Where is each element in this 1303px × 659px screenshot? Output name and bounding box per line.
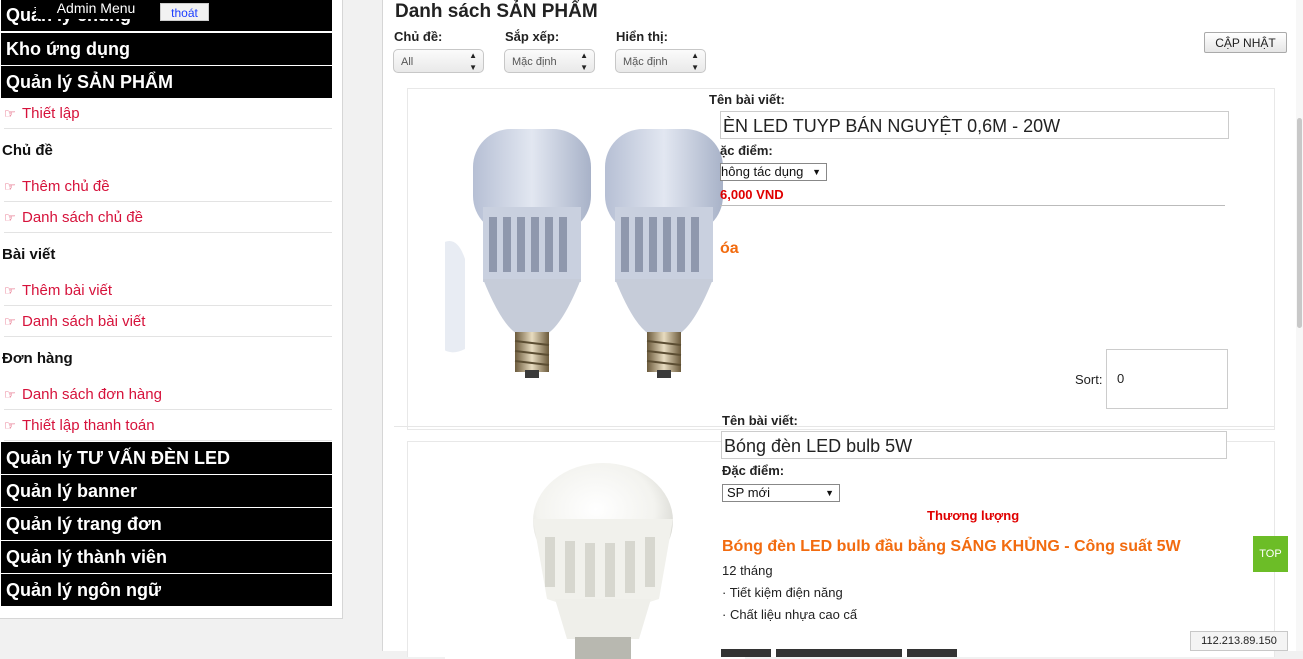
- display-select[interactable]: Mặc định ▲ ▼: [615, 49, 706, 73]
- menu-languages[interactable]: Quản lý ngôn ngữ: [1, 574, 332, 606]
- action-button[interactable]: [721, 649, 771, 657]
- name-label: Tên bài viết:: [709, 92, 785, 107]
- vertical-scrollbar[interactable]: [1296, 0, 1303, 651]
- feature-select[interactable]: SP mới ▼: [722, 484, 840, 502]
- menu-members[interactable]: Quản lý thành viên: [1, 541, 332, 573]
- filter-display-label: Hiển thị:: [616, 29, 668, 44]
- scrollbar-thumb[interactable]: [1297, 118, 1302, 328]
- filter-sort-label: Sắp xếp:: [505, 29, 560, 44]
- link-post-list-label: Danh sách bài viết: [22, 313, 146, 330]
- page-title: Danh sách SẢN PHẨM: [395, 1, 598, 22]
- updown-arrow-icon: ▲ ▼: [469, 51, 477, 72]
- product-card: Tên bài viết: ÈN LED TUYP BÁN NGUYỆT 0,6…: [407, 88, 1275, 430]
- sort-label: Sort:: [1075, 372, 1103, 387]
- action-button[interactable]: [776, 649, 902, 657]
- link-settings-label: Thiết lập: [22, 105, 80, 122]
- feature-label: ặc điểm:: [720, 143, 773, 158]
- link-order-list[interactable]: ☞ Danh sách đơn hàng: [4, 380, 332, 410]
- ip-address-badge: 112.213.89.150: [1190, 631, 1288, 651]
- description-line: 12 tháng: [722, 563, 773, 578]
- link-add-topic[interactable]: ☞ Thêm chủ đề: [4, 172, 332, 202]
- action-button[interactable]: [907, 649, 957, 657]
- admin-menu-tab[interactable]: Admin Menu: [36, 0, 156, 19]
- admin-sidebar: Quản lý chung Admin Menu thoát Kho ứng d…: [0, 0, 343, 619]
- filter-topic-label: Chủ đề:: [394, 29, 443, 44]
- pointing-hand-icon: ☞: [4, 210, 16, 225]
- feature-select-value: SP mới: [727, 485, 770, 500]
- logout-link[interactable]: thoát: [160, 3, 209, 21]
- sort-select-value: Mặc định: [512, 56, 557, 68]
- name-input[interactable]: ÈN LED TUYP BÁN NGUYỆT 0,6M - 20W: [720, 111, 1229, 139]
- feature-select[interactable]: hông tác dụng ▼: [720, 163, 827, 181]
- back-to-top-button[interactable]: TOP: [1253, 536, 1288, 572]
- menu-banner[interactable]: Quản lý banner: [1, 475, 332, 507]
- description-line: · Chất liệu nhựa cao cấ: [722, 607, 858, 622]
- feature-select-value: hông tác dụng: [721, 164, 804, 179]
- link-add-post-label: Thêm bài viết: [22, 282, 113, 299]
- section-heading-topics: Chủ đề: [2, 142, 53, 159]
- card-separator: [394, 426, 1274, 427]
- link-post-list[interactable]: ☞ Danh sách bài viết: [4, 307, 332, 337]
- bulb-illustration: [533, 463, 673, 659]
- link-settings[interactable]: ☞ Thiết lập: [4, 99, 332, 129]
- menu-led-consulting[interactable]: Quản lý TƯ VẤN ĐÈN LED: [1, 442, 332, 474]
- topic-select-value: All: [401, 56, 414, 68]
- pointing-hand-icon: ☞: [4, 179, 16, 194]
- topic-select[interactable]: All ▲ ▼: [393, 49, 484, 73]
- link-topic-list-label: Danh sách chủ đề: [22, 209, 143, 226]
- price-text: Thương lượng: [927, 508, 1020, 523]
- link-order-list-label: Danh sách đơn hàng: [22, 386, 162, 403]
- pointing-hand-icon: ☞: [4, 283, 16, 298]
- pointing-hand-icon: ☞: [4, 106, 16, 121]
- name-input[interactable]: Bóng đèn LED bulb 5W: [721, 431, 1227, 459]
- divider: [720, 205, 1225, 206]
- product-image-led-bulbs: [445, 89, 745, 402]
- menu-single-pages[interactable]: Quản lý trang đơn: [1, 508, 332, 540]
- led-bulbs-illustration: [445, 129, 723, 378]
- dropdown-arrow-icon: ▼: [825, 488, 834, 498]
- product-card: Tên bài viết: Bóng đèn LED bulb 5W Đặc đ…: [407, 413, 1275, 659]
- product-description-title: óa: [720, 240, 739, 257]
- menu-app-store[interactable]: Kho ứng dụng: [1, 33, 332, 65]
- link-topic-list[interactable]: ☞ Danh sách chủ đề: [4, 203, 332, 233]
- link-payment-settings-label: Thiết lập thanh toán: [22, 417, 155, 434]
- display-select-value: Mặc định: [623, 56, 668, 68]
- section-heading-orders: Đơn hàng: [2, 350, 73, 367]
- pointing-hand-icon: ☞: [4, 387, 16, 402]
- updown-arrow-icon: ▲ ▼: [691, 51, 699, 72]
- feature-label: Đặc điểm:: [722, 463, 785, 478]
- updown-arrow-icon: ▲ ▼: [580, 51, 588, 72]
- sort-input[interactable]: 0: [1106, 349, 1228, 409]
- sort-select[interactable]: Mặc định ▲ ▼: [504, 49, 595, 73]
- update-button[interactable]: CẬP NHẬT: [1204, 32, 1287, 53]
- link-payment-settings[interactable]: ☞ Thiết lập thanh toán: [4, 411, 332, 441]
- main-content: Danh sách SẢN PHẨM Chủ đề: Sắp xếp: Hiển…: [382, 0, 1303, 659]
- product-image-bulb: [445, 459, 745, 659]
- section-heading-posts: Bài viết: [2, 246, 56, 263]
- menu-products[interactable]: Quản lý SẢN PHẨM: [1, 66, 332, 98]
- price-text: 6,000 VND: [720, 187, 784, 202]
- dropdown-arrow-icon: ▼: [812, 167, 821, 177]
- product-description-title: Bóng đèn LED bulb đầu bằng SÁNG KHỦNG - …: [722, 538, 1181, 555]
- link-add-topic-label: Thêm chủ đề: [22, 178, 110, 195]
- pointing-hand-icon: ☞: [4, 418, 16, 433]
- link-add-post[interactable]: ☞ Thêm bài viết: [4, 276, 332, 306]
- description-line: · Tiết kiệm điện năng: [722, 585, 843, 600]
- pointing-hand-icon: ☞: [4, 314, 16, 329]
